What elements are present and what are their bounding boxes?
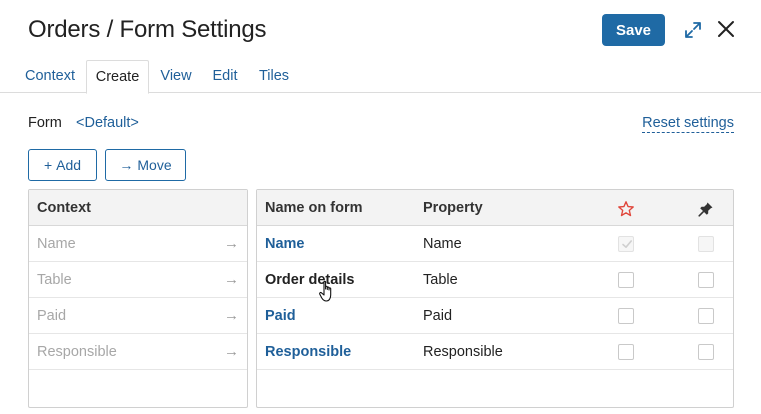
field-name-link[interactable]: Order details [265, 272, 354, 288]
field-property: Name [423, 236, 462, 252]
form-fields-header: Name on form Property [257, 190, 733, 226]
context-item-label: Responsible [37, 344, 117, 360]
tab-view[interactable]: View [152, 60, 200, 93]
arrow-right-icon[interactable]: → [224, 235, 239, 252]
reset-settings-link[interactable]: Reset settings [642, 115, 734, 133]
required-checkbox[interactable] [618, 272, 634, 288]
field-name-link[interactable]: Name [265, 236, 305, 252]
column-property: Property [423, 200, 483, 216]
tab-edit[interactable]: Edit [206, 60, 244, 93]
checkmark-icon [622, 240, 632, 248]
context-item-label: Paid [37, 308, 67, 324]
table-row[interactable]: Responsible Responsible [257, 334, 733, 370]
context-panel: Context Name → Table → Paid → Responsibl… [28, 189, 248, 408]
arrow-right-icon[interactable]: → [224, 307, 239, 324]
context-item-table[interactable]: Table → [29, 262, 247, 298]
field-name-link[interactable]: Paid [265, 308, 296, 324]
field-property: Paid [423, 308, 453, 324]
tab-tiles[interactable]: Tiles [252, 60, 296, 93]
context-item-responsible[interactable]: Responsible → [29, 334, 247, 370]
field-property: Responsible [423, 344, 503, 360]
field-property: Table [423, 272, 458, 288]
pin-icon [698, 202, 713, 217]
tab-bar: Context Create View Edit Tiles [0, 60, 761, 94]
add-button-label: Add [56, 157, 82, 173]
hand-cursor-icon [319, 280, 332, 302]
pin-checkbox[interactable] [698, 344, 714, 360]
arrow-right-icon[interactable]: → [224, 271, 239, 288]
expand-icon[interactable] [684, 21, 702, 39]
pin-checkbox[interactable] [698, 272, 714, 288]
required-checkbox[interactable] [618, 308, 634, 324]
move-button-label: Move [137, 157, 172, 173]
form-label: Form [28, 115, 62, 131]
save-button[interactable]: Save [602, 14, 665, 46]
context-item-label: Name [37, 236, 76, 252]
page-title: Orders / Form Settings [28, 16, 267, 43]
field-name-link[interactable]: Responsible [265, 344, 351, 360]
context-panel-header: Context [29, 190, 247, 226]
required-checkbox[interactable] [618, 344, 634, 360]
close-icon[interactable] [716, 19, 736, 39]
table-row[interactable]: Name Name [257, 226, 733, 262]
star-icon [618, 201, 634, 217]
context-header-label: Context [37, 200, 91, 216]
context-item-paid[interactable]: Paid → [29, 298, 247, 334]
form-select-link[interactable]: <Default> [76, 115, 139, 131]
pin-checkbox[interactable] [698, 308, 714, 324]
context-item-name[interactable]: Name → [29, 226, 247, 262]
arrow-right-icon: → [119, 157, 134, 173]
column-name-on-form: Name on form [265, 200, 363, 216]
required-checkbox[interactable] [618, 236, 634, 252]
arrow-right-icon[interactable]: → [224, 343, 239, 360]
pin-checkbox[interactable] [698, 236, 714, 252]
add-button[interactable]: + Add [28, 149, 97, 181]
tab-context[interactable]: Context [14, 60, 86, 93]
move-button[interactable]: → Move [105, 149, 186, 181]
context-item-label: Table [37, 272, 72, 288]
plus-icon: + [43, 157, 53, 173]
form-selector-row: Form <Default> Reset settings [28, 115, 734, 135]
tab-create[interactable]: Create [86, 60, 149, 94]
dialog-header: Orders / Form Settings Save [0, 0, 761, 60]
